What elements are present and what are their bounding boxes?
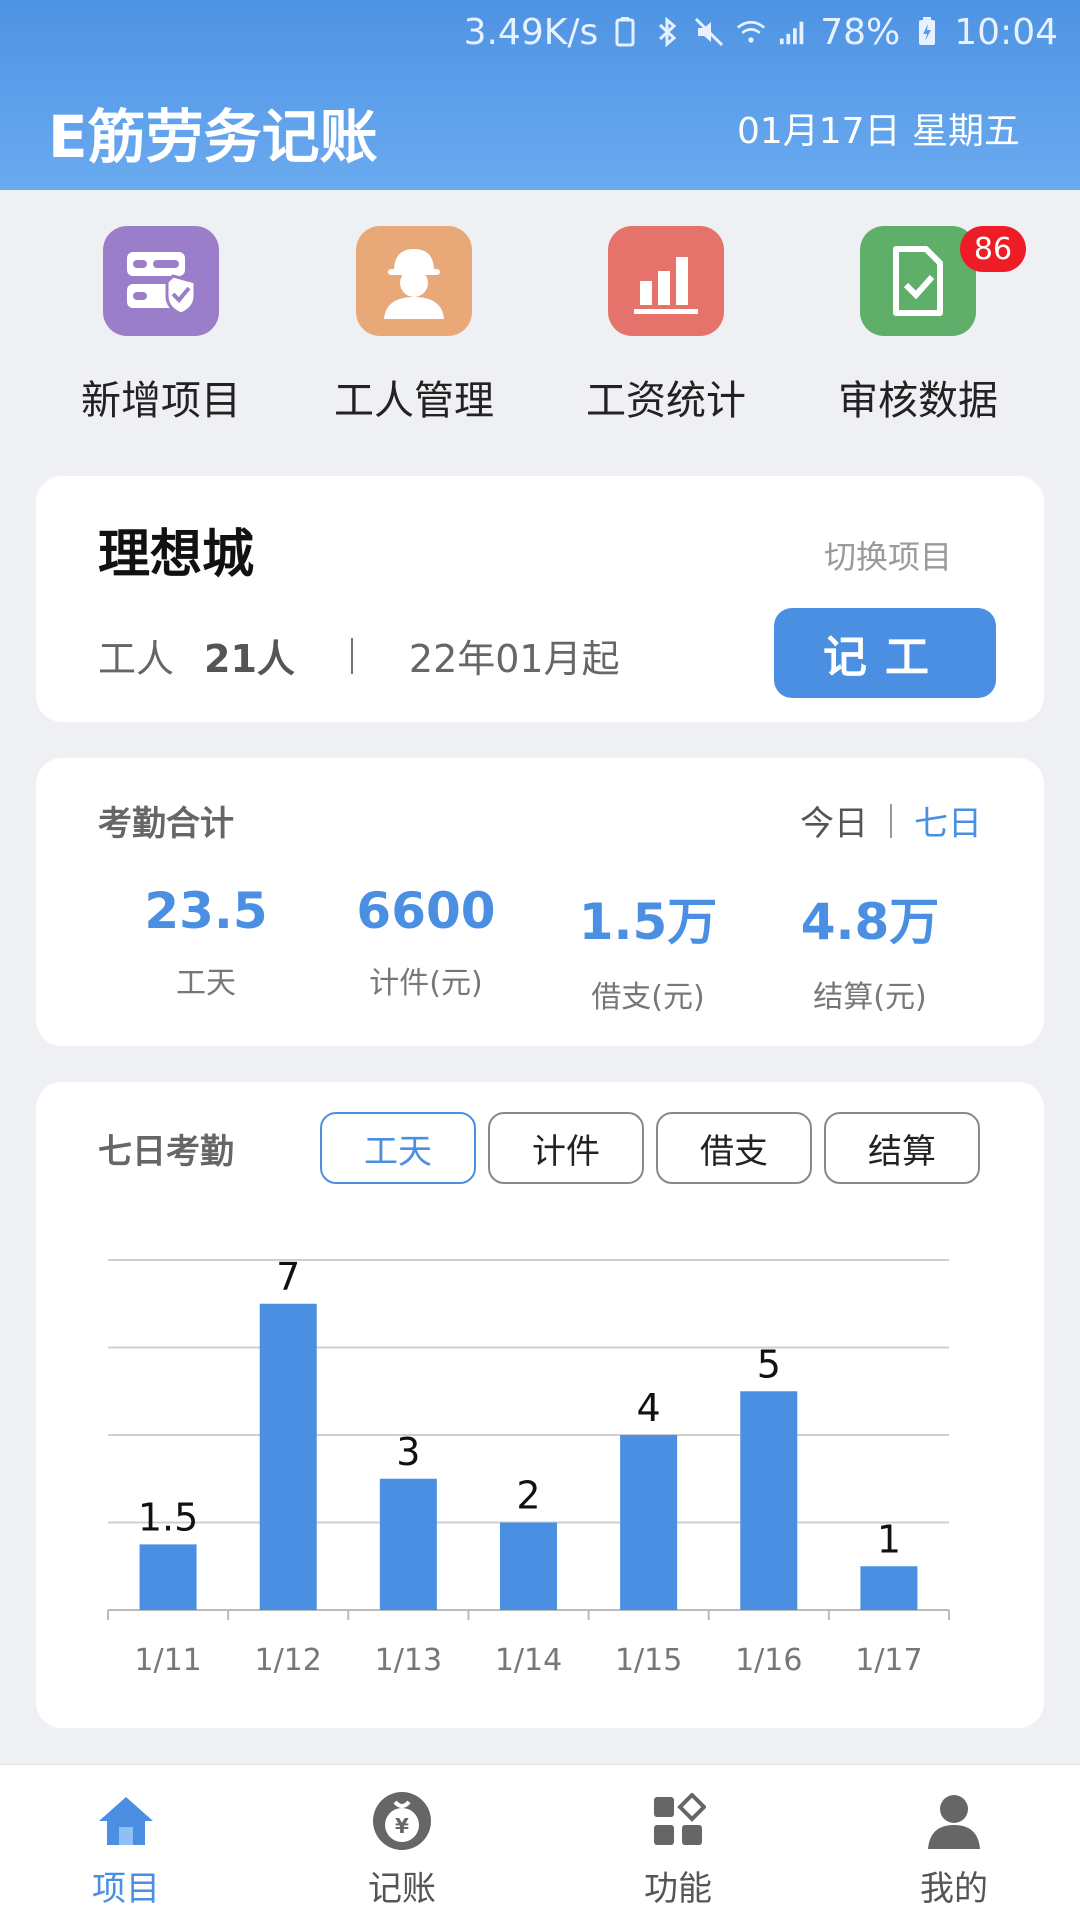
chart-bar <box>860 1566 918 1610</box>
weekly-title: 七日考勤 <box>98 1132 234 1172</box>
bar-value-label: 3 <box>396 1430 420 1474</box>
bar-value-label: 2 <box>516 1474 540 1518</box>
nav-label: 项目 <box>92 1869 160 1909</box>
battery-charging-icon <box>912 17 942 47</box>
workers-label: 工人 <box>98 637 175 681</box>
metric-tabs: 工天 计件 借支 结算 <box>320 1112 980 1184</box>
app-title: E筋劳务记账 <box>48 103 378 171</box>
nav-label: 功能 <box>644 1869 712 1909</box>
status-bar: 3.49K/s 78% 10:04 <box>464 8 1058 56</box>
quick-action-add-project[interactable]: 新增项目 <box>51 226 271 426</box>
user-icon <box>922 1789 986 1853</box>
stat-label: 借支(元) <box>591 980 705 1015</box>
stat-label: 结算(元) <box>813 980 927 1015</box>
x-tick-label: 1/12 <box>255 1643 322 1678</box>
x-tick-label: 1/17 <box>855 1643 922 1678</box>
nav-mine[interactable]: 我的 <box>874 1789 1034 1910</box>
quick-action-label: 审核数据 <box>838 378 998 424</box>
x-tick-label: 1/13 <box>375 1643 442 1678</box>
stat-settlement: 4.8万 结算(元) <box>760 882 980 1016</box>
x-tick-label: 1/11 <box>134 1643 201 1678</box>
range-today[interactable]: 今日 <box>800 796 868 845</box>
mute-icon <box>694 17 724 47</box>
stat-value: 1.5万 <box>578 893 718 951</box>
bar-value-label: 1 <box>877 1517 901 1561</box>
tab-settlement[interactable]: 结算 <box>824 1112 980 1184</box>
stat-value: 6600 <box>356 882 496 940</box>
x-tick-label: 1/16 <box>735 1643 802 1678</box>
bar-value-label: 7 <box>276 1255 300 1299</box>
server-shield-icon <box>103 226 219 336</box>
chart-bar <box>379 1478 437 1610</box>
header-date: 01月17日 星期五 <box>736 111 1020 152</box>
project-start: 22年01月起 <box>408 637 620 681</box>
bar-value-label: 5 <box>757 1342 781 1386</box>
chart-bar <box>139 1544 197 1610</box>
workers-count: 21人 <box>204 637 295 681</box>
money-bag-icon: ¥ <box>370 1789 434 1853</box>
worker-icon <box>356 226 472 336</box>
app-header: 3.49K/s 78% 10:04 E筋劳务记账 01月17日 星期五 <box>0 0 1080 190</box>
battery-saver-icon <box>610 17 640 47</box>
quick-action-label: 工资统计 <box>586 378 746 424</box>
meta-divider <box>350 637 353 674</box>
tab-piecework[interactable]: 计件 <box>488 1112 644 1184</box>
bar-value-label: 1.5 <box>138 1495 198 1539</box>
quick-action-review-data[interactable]: 86 审核数据 <box>808 226 1028 426</box>
stat-label: 计件(元) <box>369 966 483 1001</box>
signal-icon <box>778 17 808 47</box>
document-check-icon: 86 <box>860 226 1026 336</box>
nav-label: 记账 <box>368 1869 436 1909</box>
network-speed: 3.49K/s <box>463 11 599 53</box>
attendance-title: 考勤合计 <box>98 804 234 844</box>
attendance-summary-card: 考勤合计 今日 七日 23.5 工天 6600 计件(元) 1.5万 借支(元)… <box>36 758 1044 1046</box>
review-count-badge: 86 <box>960 226 1026 272</box>
chart-bar <box>259 1303 317 1610</box>
switch-project-link[interactable]: 切换项目 <box>824 532 952 578</box>
range-divider <box>890 803 892 838</box>
quick-actions: 新增项目 工人管理 工资统计 86 审核数据 <box>0 226 1080 426</box>
nav-functions[interactable]: 功能 <box>598 1789 758 1910</box>
chart-bar <box>740 1391 798 1610</box>
weekly-attendance-card: 1.5 1/11 7 1/12 3 1/13 2 1/14 4 1/15 5 1/16 1 1/17 七日… <box>36 1082 1044 1728</box>
bluetooth-icon <box>652 17 682 47</box>
stat-advance: 1.5万 借支(元) <box>538 882 758 1016</box>
project-name: 理想城 <box>98 525 255 585</box>
x-tick-label: 1/14 <box>495 1643 562 1678</box>
svg-text:¥: ¥ <box>395 1814 409 1838</box>
project-meta: 工人 21人 22年01月起 <box>98 628 620 683</box>
chart-bar <box>500 1522 557 1610</box>
x-tick-label: 1/15 <box>615 1643 682 1678</box>
home-icon <box>94 1789 158 1853</box>
range-toggle: 今日 七日 <box>800 796 982 845</box>
bar-value-label: 4 <box>637 1386 661 1430</box>
range-week[interactable]: 七日 <box>914 796 982 845</box>
apps-icon <box>646 1789 710 1853</box>
tab-workdays[interactable]: 工天 <box>320 1112 476 1184</box>
project-card: 理想城 切换项目 工人 21人 22年01月起 记工 <box>36 476 1044 722</box>
quick-action-wage-stats[interactable]: 工资统计 <box>556 226 776 426</box>
nav-label: 我的 <box>920 1869 988 1909</box>
record-work-button[interactable]: 记工 <box>774 608 996 698</box>
stat-value: 4.8万 <box>800 893 940 951</box>
quick-action-workers[interactable]: 工人管理 <box>304 226 524 426</box>
wifi-icon <box>736 17 766 47</box>
chart-bar <box>620 1435 678 1610</box>
bar-chart-icon <box>608 226 724 336</box>
battery-percent: 78% <box>820 11 901 53</box>
stat-piecework: 6600 计件(元) <box>316 882 536 1002</box>
nav-projects[interactable]: 项目 <box>46 1789 206 1910</box>
quick-action-label: 工人管理 <box>334 378 494 424</box>
stat-workdays: 23.5 工天 <box>96 882 316 1002</box>
stat-label: 工天 <box>176 966 236 1001</box>
stat-value: 23.5 <box>144 882 268 940</box>
nav-accounting[interactable]: ¥ 记账 <box>322 1789 482 1910</box>
quick-action-label: 新增项目 <box>81 378 241 424</box>
bottom-nav: 项目 ¥ 记账 功能 我的 <box>0 1764 1080 1920</box>
tab-advance[interactable]: 借支 <box>656 1112 812 1184</box>
clock: 10:04 <box>954 11 1058 53</box>
